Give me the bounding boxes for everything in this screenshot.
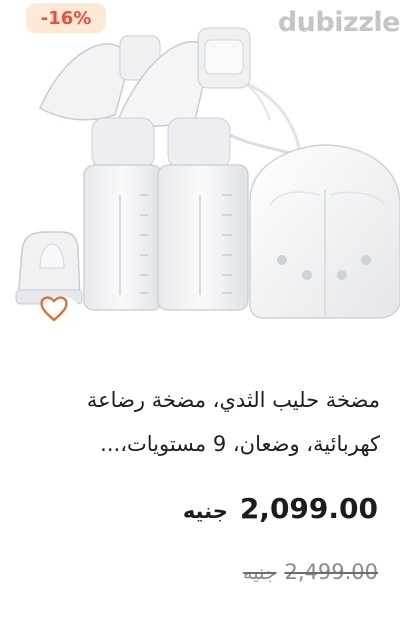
price-currency: جنيه: [182, 499, 228, 523]
heart-outline-icon: [40, 296, 68, 322]
product-title[interactable]: مضخة حليب الثدي، مضخة رضاعة كهربائية، وض…: [20, 378, 380, 466]
product-image[interactable]: -16% dubizzle: [0, 0, 400, 352]
current-price: جنيه 2,099.00: [183, 492, 378, 525]
old-price: جنيه 2,499.00: [243, 560, 378, 584]
favorite-button[interactable]: [40, 296, 82, 338]
product-title-line-2: كهربائية، وضعان، 9 مستويات،...: [100, 432, 380, 456]
old-price-value: 2,499.00: [284, 560, 378, 584]
old-price-currency: جنيه: [243, 562, 277, 584]
product-title-line-1: مضخة حليب الثدي، مضخة رضاعة: [86, 388, 380, 412]
discount-badge: -16%: [26, 3, 106, 33]
dubizzle-watermark: dubizzle: [277, 6, 400, 38]
price-value: 2,099.00: [239, 492, 378, 525]
